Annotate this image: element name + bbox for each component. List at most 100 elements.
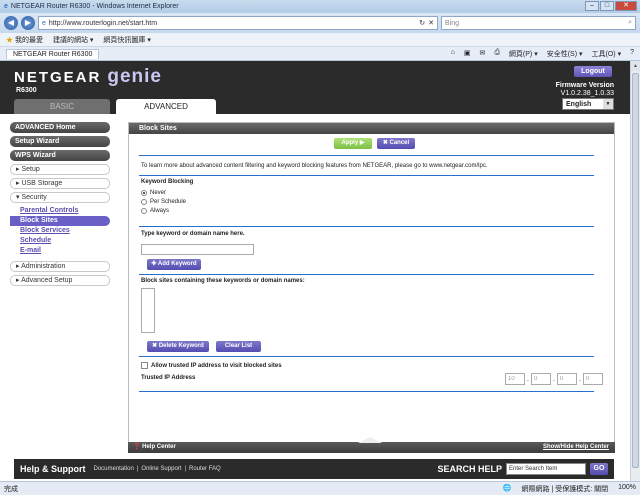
search-help-label: SEARCH HELP [437,464,502,474]
radio-per-schedule[interactable]: Per Schedule [141,197,186,206]
mode-tabs: BASIC ADVANCED [0,99,216,114]
maximize-button[interactable]: □ [600,1,614,11]
home-icon[interactable]: ⌂ [451,49,455,59]
intro-text: To learn more about advanced content fil… [141,163,488,169]
scroll-up-icon[interactable]: ▲ [631,61,640,71]
window-title: NETGEAR Router R6300 - Windows Internet … [10,3,179,10]
ip-octet-2[interactable] [530,373,551,385]
cancel-button[interactable]: ✖ Cancel [377,138,415,149]
online-support-link[interactable]: Online Support [141,466,181,472]
close-button[interactable]: ✕ [615,1,637,11]
firmware-label: Firmware Version [555,82,614,89]
search-icon[interactable]: ⌕ [628,19,632,27]
page-icon: e [42,19,46,27]
sidebar-item-advanced-setup[interactable]: ▸ Advanced Setup [10,275,110,286]
firmware-version: V1.0.2.38_1.0.33 [560,90,614,97]
divider [139,391,594,392]
minimize-button[interactable]: – [585,1,599,11]
sidebar-item-email[interactable]: E-mail [10,246,110,256]
divider [139,175,594,176]
zoom-level[interactable]: 100% [618,484,636,494]
star-icon: ★ [6,36,13,44]
menu-page[interactable]: 網頁(P) ▾ [509,49,538,59]
radio-dot [141,198,147,205]
brand-name: NETGEAR [14,69,102,86]
keyword-blocking-heading: Keyword Blocking [141,179,194,185]
netgear-header: NETGEAR genie R6300 Logout Firmware Vers… [0,61,630,114]
feeds-icon[interactable]: ▣ [464,49,471,59]
search-field[interactable]: Bing ⌕ [441,16,636,30]
print-icon[interactable]: ⎙ [494,49,500,59]
logout-button[interactable]: Logout [574,66,612,77]
delete-keyword-button[interactable]: ✖ Delete Keyword [147,341,209,352]
ip-octet-1[interactable] [505,373,525,385]
favorites-bar: ★ 我的最愛 建議的網站 ▾ 網頁快訊圖庫 ▾ [0,33,640,47]
blocked-keywords-list[interactable] [141,288,155,333]
go-button[interactable]: GO [590,463,608,475]
address-bar-row: ◀ ▶ e http://www.routerlogin.net/start.h… [0,13,640,33]
tab-row: NETGEAR Router R6300 ⌂ ▣ ✉ ⎙ 網頁(P) ▾ 安全性… [0,47,640,61]
language-select[interactable]: English ▼ [562,98,614,110]
add-keyword-button[interactable]: ✚ Add Keyword [147,259,201,270]
expand-arrow-icon[interactable] [358,437,382,443]
menu-safety[interactable]: 安全性(S) ▾ [547,49,583,59]
sidebar-item-schedule[interactable]: Schedule [10,236,110,246]
ip-octet-3[interactable] [556,373,577,385]
sidebar-item-wps-wizard[interactable]: WPS Wizard [10,150,110,161]
trusted-ip-fields: . . . [505,373,603,385]
divider [139,356,594,357]
status-text: 完成 [4,485,18,493]
radio-always[interactable]: Always [141,206,186,215]
menu-tools[interactable]: 工具(O) ▾ [592,49,622,59]
tab-advanced[interactable]: ADVANCED [116,99,216,114]
mail-icon[interactable]: ✉ [479,49,485,59]
show-hide-help-link[interactable]: Show/Hide Help Center [543,442,609,453]
vertical-scrollbar[interactable]: ▲ [630,61,640,481]
fav-link-gallery[interactable]: 網頁快訊圖庫 ▾ [103,35,150,45]
refresh-icon[interactable]: ↻ [419,19,425,27]
language-value: English [566,101,592,108]
forward-button[interactable]: ▶ [21,16,35,30]
help-icon[interactable]: ? [630,49,634,59]
clear-list-button[interactable]: Clear List [216,341,261,352]
address-url: http://www.routerlogin.net/start.htm [48,19,158,27]
help-search-input[interactable]: Enter Search Item [506,463,586,475]
window-title-bar: e NETGEAR Router R6300 - Windows Interne… [0,0,640,13]
ie-logo-icon: e [4,3,8,10]
tab-basic[interactable]: BASIC [14,99,110,114]
radio-schedule-label: Per Schedule [150,198,187,205]
keyword-input[interactable] [141,244,254,255]
page-title: Block Sites [129,123,614,134]
divider [139,155,594,156]
stop-icon[interactable]: ✕ [428,19,434,27]
sidebar-item-administration[interactable]: ▸ Administration [10,261,110,272]
address-field[interactable]: e http://www.routerlogin.net/start.htm ↻… [38,16,438,30]
scroll-thumb[interactable] [632,73,639,468]
apply-button[interactable]: Apply ▶ [334,138,372,149]
footer-links: Documentation | Online Support | Router … [94,466,221,472]
help-center-link[interactable]: ❓ Help Center [133,442,176,453]
allow-trusted-label: Allow trusted IP address to visit blocke… [151,363,282,370]
sidebar-item-advanced-home[interactable]: ADVANCED Home [10,122,110,133]
page-viewport: NETGEAR genie R6300 Logout Firmware Vers… [0,61,630,481]
radio-never[interactable]: Never [141,188,186,197]
footer: Help & Support Documentation | Online Su… [14,459,614,479]
sidebar-item-setup-wizard[interactable]: Setup Wizard [10,136,110,147]
sidebar-item-security[interactable]: ▾ Security [10,192,110,203]
radio-always-label: Always [150,207,170,214]
fav-link-suggested[interactable]: 建議的網站 ▾ [53,35,93,45]
favorites-button[interactable]: ★ 我的最愛 [6,35,43,45]
sidebar-item-setup[interactable]: ▸ Setup [10,164,110,175]
sidebar-item-block-sites[interactable]: Block Sites [10,216,110,226]
allow-trusted-checkbox[interactable] [141,362,148,369]
sidebar-item-block-services[interactable]: Block Services [10,226,110,236]
product-name: genie [107,66,162,87]
ip-octet-4[interactable] [582,373,603,385]
sidebar-item-usb-storage[interactable]: ▸ USB Storage [10,178,110,189]
documentation-link[interactable]: Documentation [94,466,134,472]
browser-tab[interactable]: NETGEAR Router R6300 [6,48,100,59]
back-button[interactable]: ◀ [4,16,18,30]
router-faq-link[interactable]: Router FAQ [189,466,221,472]
security-zone: 網際網路 | 受保護模式: 關閉 [521,485,609,493]
sidebar-item-parental-controls[interactable]: Parental Controls [10,206,110,216]
